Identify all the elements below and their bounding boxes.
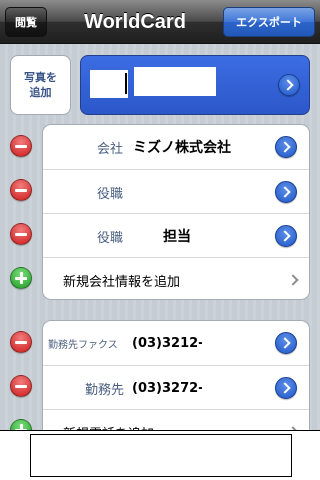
work-fax-disclosure-icon[interactable]: [275, 332, 297, 354]
work-fax-value: (03)3212-: [132, 335, 202, 351]
company-label: 会社: [97, 141, 124, 157]
title-label: 役職: [97, 186, 124, 202]
bottom-overlay: [0, 430, 320, 480]
company-row[interactable]: 会社 ミズノ株式会社: [43, 125, 309, 169]
delete-company-button[interactable]: [10, 135, 32, 157]
company-value: ミズノ株式会社: [133, 140, 231, 156]
text-cursor: [125, 73, 127, 94]
title-row[interactable]: 役職: [43, 169, 309, 214]
work-fax-row[interactable]: 勤務先ファクス (03)3212-: [43, 321, 309, 365]
work-phone-disclosure-icon[interactable]: [275, 377, 297, 399]
delete-title-button[interactable]: [10, 179, 32, 201]
add-photo-label-line1: 写真を: [24, 71, 57, 84]
work-phone-label: 勤務先: [85, 382, 125, 398]
title-label-2: 役職: [97, 230, 124, 246]
delete-work-fax-button[interactable]: [10, 331, 32, 353]
add-company-info-label: 新規会社情報を追加: [63, 274, 181, 290]
work-phone-value: (03)3272-: [132, 380, 202, 396]
add-photo-button[interactable]: 写真を 追加: [10, 55, 71, 115]
work-fax-label: 勤務先ファクス: [48, 339, 118, 351]
app-title: WorldCard: [84, 10, 186, 33]
navigation-bar: 閲覧 WorldCard エクスポート: [0, 0, 320, 44]
company-section: 会社 ミズノ株式会社 役職 役職 担当 新規会社情報を追加: [42, 124, 310, 300]
name-card[interactable]: [80, 55, 310, 115]
title-disclosure-icon[interactable]: [275, 181, 297, 203]
name-disclosure-icon[interactable]: [278, 74, 300, 96]
add-company-info-button[interactable]: [10, 267, 32, 289]
chevron-right-icon: [287, 274, 299, 286]
company-disclosure-icon[interactable]: [275, 136, 297, 158]
name-field-first[interactable]: [90, 70, 128, 98]
title-disclosure-icon-2[interactable]: [275, 225, 297, 247]
browse-button[interactable]: 閲覧: [5, 7, 47, 37]
name-field-last[interactable]: [134, 67, 216, 96]
work-phone-row[interactable]: 勤務先 (03)3272-: [43, 365, 309, 409]
title-value: [163, 170, 271, 214]
title-value-2: 担当: [163, 229, 191, 245]
export-button[interactable]: エクスポート: [223, 7, 315, 37]
title-row-2[interactable]: 役職 担当: [43, 213, 309, 257]
bottom-input-box[interactable]: [30, 434, 292, 477]
add-company-info-row[interactable]: 新規会社情報を追加: [43, 257, 309, 299]
add-photo-label-line2: 追加: [29, 86, 52, 99]
delete-title-button-2[interactable]: [10, 223, 32, 245]
delete-work-phone-button[interactable]: [10, 375, 32, 397]
